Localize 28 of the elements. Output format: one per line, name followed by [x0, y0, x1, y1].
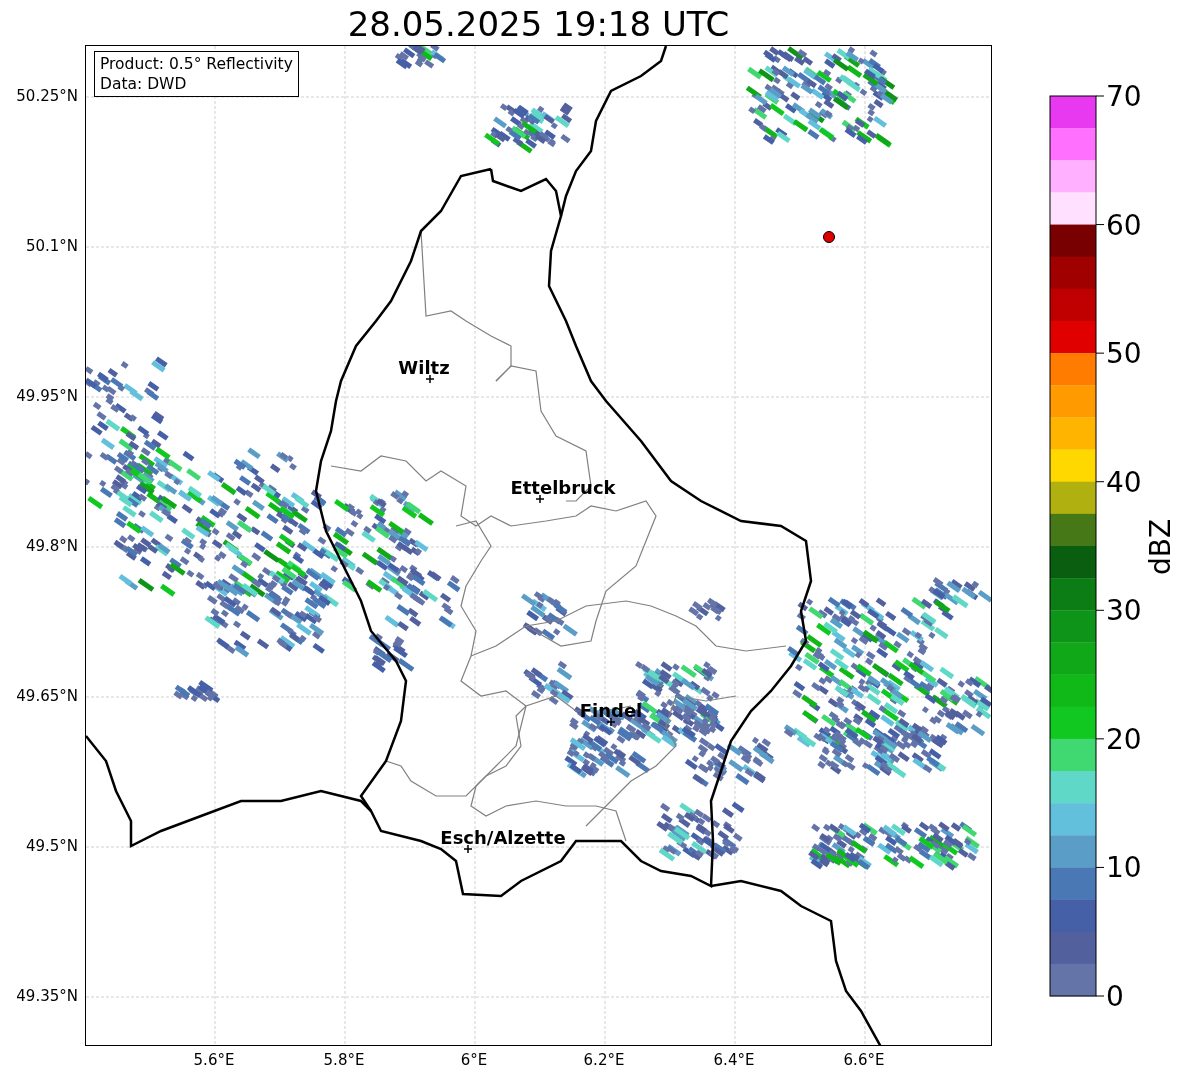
colorbar-tick-label: 30: [1106, 593, 1142, 627]
colorbar-tick-label: 20: [1106, 722, 1142, 756]
info-text: Data: DWD: [100, 74, 188, 94]
colorbar-tick-label: 10: [1106, 850, 1142, 884]
latitude-label: 49.35°N: [16, 987, 78, 1005]
latitude-label: 49.5°N: [25, 837, 78, 855]
latitude-label: 50.1°N: [25, 237, 78, 255]
city-label: Wiltz: [398, 357, 450, 378]
colorbar-tick-label: 40: [1106, 465, 1142, 499]
colorbar-tick-label: 0: [1106, 979, 1124, 1013]
city-label: Ettelbruck: [510, 477, 616, 498]
city-label: Esch/Alzette: [440, 827, 566, 848]
longitude-label: 6.2°E: [583, 1051, 625, 1069]
map-title: 28.05.2025 19:18 UTC: [346, 4, 731, 44]
longitude-label: 5.6°E: [193, 1051, 235, 1069]
latitude-label: 49.65°N: [16, 687, 78, 705]
longitude-label: 6°E: [460, 1051, 488, 1069]
colorbar-tick-label: 50: [1106, 336, 1142, 370]
latitude-label: 50.25°N: [16, 87, 78, 105]
colorbar-tick-label: 60: [1106, 208, 1142, 242]
colorbar-label: dBZ: [1143, 518, 1177, 576]
longitude-label: 5.8°E: [323, 1051, 365, 1069]
latitude-label: 49.8°N: [25, 537, 78, 555]
info-text: Product: 0.5° Reflectivity: [100, 54, 293, 74]
longitude-label: 6.6°E: [843, 1051, 885, 1069]
longitude-label: 6.4°E: [713, 1051, 755, 1069]
colorbar-tick-label: 70: [1106, 79, 1142, 113]
latitude-label: 49.95°N: [16, 387, 78, 405]
